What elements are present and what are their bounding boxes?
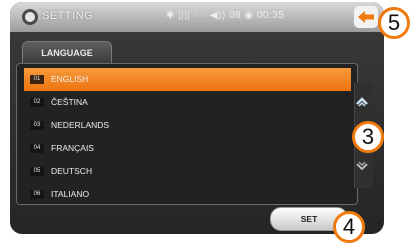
list-item-italiano[interactable]: 06 ITALIANO bbox=[24, 183, 351, 206]
item-label: ITALIANO bbox=[51, 189, 90, 199]
item-number: 06 bbox=[30, 190, 44, 199]
list-item-english[interactable]: 01 ENGLISH bbox=[24, 68, 351, 91]
item-number: 05 bbox=[30, 167, 44, 176]
item-label: ENGLISH bbox=[51, 74, 89, 84]
item-number: 02 bbox=[30, 98, 44, 107]
item-label: FRANÇAIS bbox=[51, 143, 94, 153]
status-bar: ✱ ▯▯ ●● ◀)) 08 ◉ 00:35 bbox=[166, 10, 284, 21]
page-title: SETTING bbox=[42, 10, 94, 22]
back-button[interactable] bbox=[354, 6, 378, 28]
gear-icon bbox=[22, 9, 38, 25]
tab-language[interactable]: LANGUAGE bbox=[22, 41, 112, 64]
back-arrow-icon bbox=[358, 11, 374, 23]
signal-icon: ●● bbox=[193, 10, 207, 21]
list-item-deutsch[interactable]: 05 DEUTSCH bbox=[24, 160, 351, 183]
item-label: NEDERLANDS bbox=[51, 120, 110, 130]
item-number: 03 bbox=[30, 121, 44, 130]
bluetooth-battery-icons: ✱ ▯▯ bbox=[166, 10, 191, 21]
item-number: 04 bbox=[30, 144, 44, 153]
list-item-cestina[interactable]: 02 ČEŠTINA bbox=[24, 91, 351, 114]
item-label: DEUTSCH bbox=[51, 166, 93, 176]
scroll-up-icon[interactable] bbox=[356, 96, 368, 108]
title-bar: SETTING ✱ ▯▯ ●● ◀)) 08 ◉ 00:35 bbox=[10, 2, 384, 32]
status-readout: ◀)) 08 ◉ 00:35 bbox=[209, 10, 285, 21]
list-item-nederlands[interactable]: 03 NEDERLANDS bbox=[24, 114, 351, 137]
callout-back: 5 bbox=[378, 7, 410, 39]
callout-set: 4 bbox=[333, 211, 365, 243]
callout-scroll: 3 bbox=[352, 121, 384, 153]
item-label: ČEŠTINA bbox=[51, 97, 88, 107]
scroll-down-icon[interactable] bbox=[356, 161, 368, 173]
language-list: 01 ENGLISH 02 ČEŠTINA 03 NEDERLANDS 04 F… bbox=[24, 68, 351, 206]
item-number: 01 bbox=[30, 75, 44, 84]
list-item-francais[interactable]: 04 FRANÇAIS bbox=[24, 137, 351, 160]
